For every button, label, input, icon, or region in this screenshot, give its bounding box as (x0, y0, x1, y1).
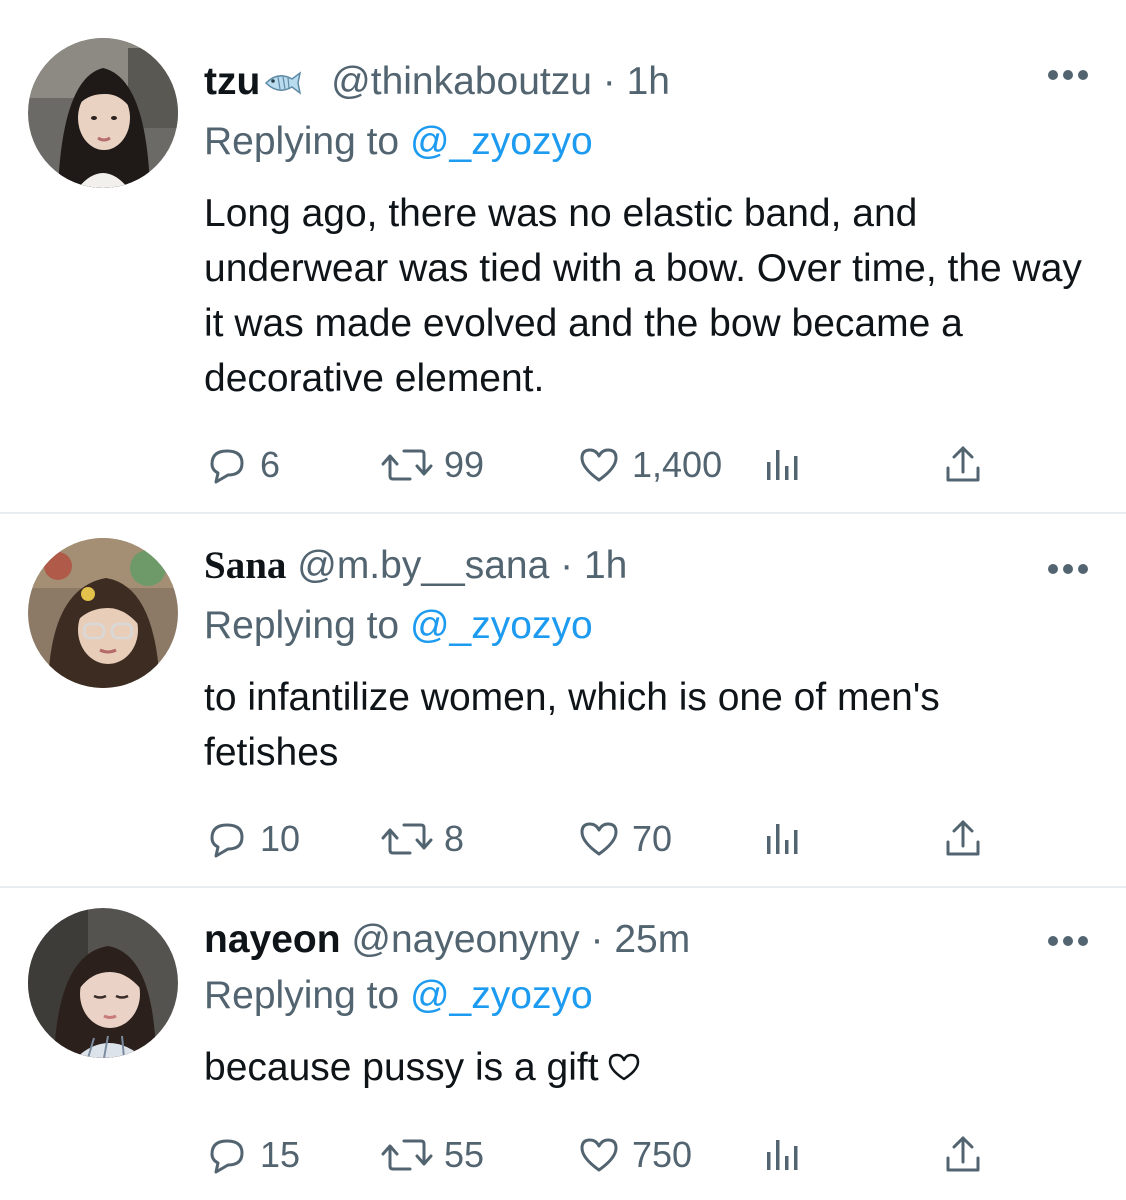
share-button[interactable] (940, 814, 986, 864)
reply-count: 15 (260, 1134, 301, 1175)
heart-icon (580, 448, 618, 482)
fish-icon (265, 71, 302, 95)
share-button[interactable] (940, 440, 986, 490)
tweet-text: because pussy is a gift (204, 1046, 599, 1089)
tweet-header: Sana @m.by__sana · 1h (204, 542, 627, 590)
replying-to-label: Replying to (204, 604, 400, 647)
timestamp[interactable]: 1h (584, 544, 627, 587)
reply-button[interactable]: 6 (204, 440, 280, 490)
replying-to-line: Replying to @_zyozyo (204, 118, 593, 166)
analytics-button[interactable] (760, 440, 806, 490)
timestamp[interactable]: 1h (627, 60, 670, 103)
avatar[interactable] (28, 538, 178, 688)
avatar-photo (28, 538, 178, 688)
share-icon (946, 446, 980, 482)
display-name[interactable]: nayeon (204, 918, 341, 961)
avatar[interactable] (28, 38, 178, 188)
retweet-icon (381, 823, 433, 855)
heart-icon (580, 822, 618, 856)
reply-button[interactable]: 10 (204, 814, 300, 864)
heart-icon (580, 1138, 618, 1172)
reply-button[interactable]: 15 (204, 1130, 300, 1180)
reply-count: 10 (260, 818, 301, 859)
display-name[interactable]: Sana (204, 544, 286, 587)
retweet-button[interactable]: 99 (380, 440, 484, 490)
tweet-text-line: because pussy is a gift (204, 1040, 1104, 1095)
more-dots-icon[interactable] (1046, 562, 1090, 576)
retweet-count: 55 (444, 1134, 485, 1175)
separator-dot: · (602, 60, 616, 103)
retweet-button[interactable]: 8 (380, 814, 464, 864)
separator-dot: · (590, 918, 604, 961)
avatar-photo (28, 38, 178, 188)
separator-dot: · (560, 544, 574, 587)
reply-bubble-icon (210, 823, 244, 858)
retweet-icon (381, 449, 433, 481)
more-dots-icon[interactable] (1046, 68, 1090, 82)
analytics-bars-icon (767, 450, 798, 480)
like-count: 750 (632, 1134, 693, 1175)
tweet-text: to infantilize women, which is one of me… (204, 676, 940, 774)
retweet-icon (381, 1139, 433, 1171)
user-handle[interactable]: @thinkaboutzu (331, 60, 592, 103)
analytics-bars-icon (767, 824, 798, 854)
replying-to-mention[interactable]: @_zyozyo (410, 120, 593, 163)
analytics-button[interactable] (760, 814, 806, 864)
more-dots-icon[interactable] (1046, 934, 1090, 948)
replying-to-line: Replying to @_zyozyo (204, 602, 593, 650)
tweet-actions: 10 8 70 (204, 814, 1004, 864)
analytics-button[interactable] (760, 1130, 806, 1180)
retweet-button[interactable]: 55 (380, 1130, 484, 1180)
reply-bubble-icon (210, 1139, 244, 1174)
share-button[interactable] (940, 1130, 986, 1180)
replying-to-label: Replying to (204, 120, 400, 163)
tweet-header: tzu @thinkaboutzu · 1h (204, 58, 670, 106)
heart-outline-icon (608, 1053, 639, 1081)
tweet-text: Long ago, there was no elastic band, and… (204, 192, 1082, 400)
retweet-count: 99 (444, 444, 485, 485)
like-button[interactable]: 1,400 (576, 440, 722, 490)
retweet-count: 8 (444, 818, 465, 859)
reply-count: 6 (260, 444, 281, 485)
display-name[interactable]: tzu (204, 60, 260, 103)
timestamp[interactable]: 25m (614, 918, 690, 961)
avatar[interactable] (28, 908, 178, 1058)
tweet-actions: 15 55 750 (204, 1130, 1004, 1180)
user-handle[interactable]: @nayeonyny (351, 918, 579, 961)
tweet-header: nayeon @nayeonyny · 25m (204, 916, 690, 964)
analytics-bars-icon (767, 1140, 798, 1170)
tweet-actions: 6 99 1,400 (204, 440, 1004, 490)
replying-to-line: Replying to @_zyozyo (204, 972, 593, 1020)
like-count: 70 (632, 818, 673, 859)
avatar-photo (28, 908, 178, 1058)
replying-to-mention[interactable]: @_zyozyo (410, 974, 593, 1017)
share-icon (946, 1136, 980, 1172)
like-button[interactable]: 750 (576, 1130, 692, 1180)
user-handle[interactable]: @m.by__sana (297, 544, 549, 587)
like-count: 1,400 (632, 444, 723, 485)
tweet-divider (0, 886, 1126, 888)
reply-bubble-icon (210, 449, 244, 484)
share-icon (946, 820, 980, 856)
replying-to-label: Replying to (204, 974, 400, 1017)
like-button[interactable]: 70 (576, 814, 672, 864)
replying-to-mention[interactable]: @_zyozyo (410, 604, 593, 647)
tweet-divider (0, 512, 1126, 514)
